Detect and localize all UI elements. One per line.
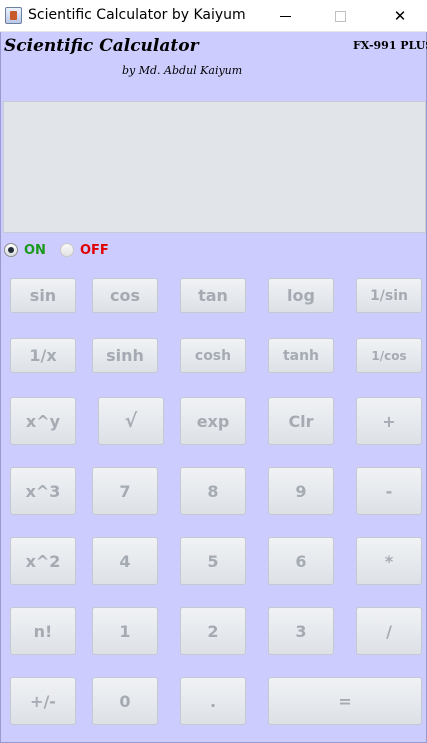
maximize-icon [334,10,346,22]
radio-checked-icon[interactable] [4,243,18,257]
model-name: FX-991 PLUS [353,39,427,52]
minimize-button[interactable] [262,0,308,32]
digit-4-button[interactable]: 4 [92,537,158,585]
calculator-panel: Scientific Calculator FX-991 PLUS by Md.… [0,32,427,743]
digit-8-button[interactable]: 8 [180,467,246,515]
power-xy-button[interactable]: x^y [10,397,76,445]
digit-2-button[interactable]: 2 [180,607,246,655]
power-on-radio[interactable]: ON [4,240,46,260]
digit-3-button[interactable]: 3 [268,607,334,655]
title-bar: Scientific Calculator by Kaiyum ✕ [0,0,427,32]
digit-0-button[interactable]: 0 [92,677,158,725]
cosh-button[interactable]: cosh [180,338,246,373]
calculator-display [3,101,426,233]
plus-button[interactable]: + [356,397,422,445]
decimal-point-button[interactable]: . [180,677,246,725]
exp-button[interactable]: exp [180,397,246,445]
window-title: Scientific Calculator by Kaiyum [28,7,246,23]
square-button[interactable]: x^2 [10,537,76,585]
close-icon: ✕ [393,7,407,25]
digit-7-button[interactable]: 7 [92,467,158,515]
tanh-button[interactable]: tanh [268,338,334,373]
power-off-label: OFF [80,242,109,258]
minus-button[interactable]: - [356,467,422,515]
cos-button[interactable]: cos [92,278,158,313]
author-credit: by Md. Abdul Kaiyum [122,64,243,77]
equals-button[interactable]: = [268,677,422,725]
multiply-button[interactable]: * [356,537,422,585]
close-button[interactable]: ✕ [377,0,423,32]
power-on-label: ON [24,242,46,258]
radio-unchecked-icon[interactable] [60,243,74,257]
power-off-radio[interactable]: OFF [60,240,109,260]
divide-button[interactable]: / [356,607,422,655]
log-button[interactable]: log [268,278,334,313]
plus-minus-button[interactable]: +/- [10,677,76,725]
digit-1-button[interactable]: 1 [92,607,158,655]
sin-button[interactable]: sin [10,278,76,313]
sinh-button[interactable]: sinh [92,338,158,373]
maximize-button[interactable] [317,0,363,32]
minimize-icon [279,15,291,17]
inverse-sin-button[interactable]: 1/sin [356,278,422,313]
digit-9-button[interactable]: 9 [268,467,334,515]
clear-button[interactable]: Clr [268,397,334,445]
tan-button[interactable]: tan [180,278,246,313]
cube-button[interactable]: x^3 [10,467,76,515]
sqrt-button[interactable]: √ [98,397,164,445]
digit-5-button[interactable]: 5 [180,537,246,585]
reciprocal-button[interactable]: 1/x [10,338,76,373]
digit-6-button[interactable]: 6 [268,537,334,585]
factorial-button[interactable]: n! [10,607,76,655]
inverse-cos-button[interactable]: 1/cos [356,338,422,373]
java-app-icon [5,7,22,24]
calculator-title: Scientific Calculator [4,36,199,56]
